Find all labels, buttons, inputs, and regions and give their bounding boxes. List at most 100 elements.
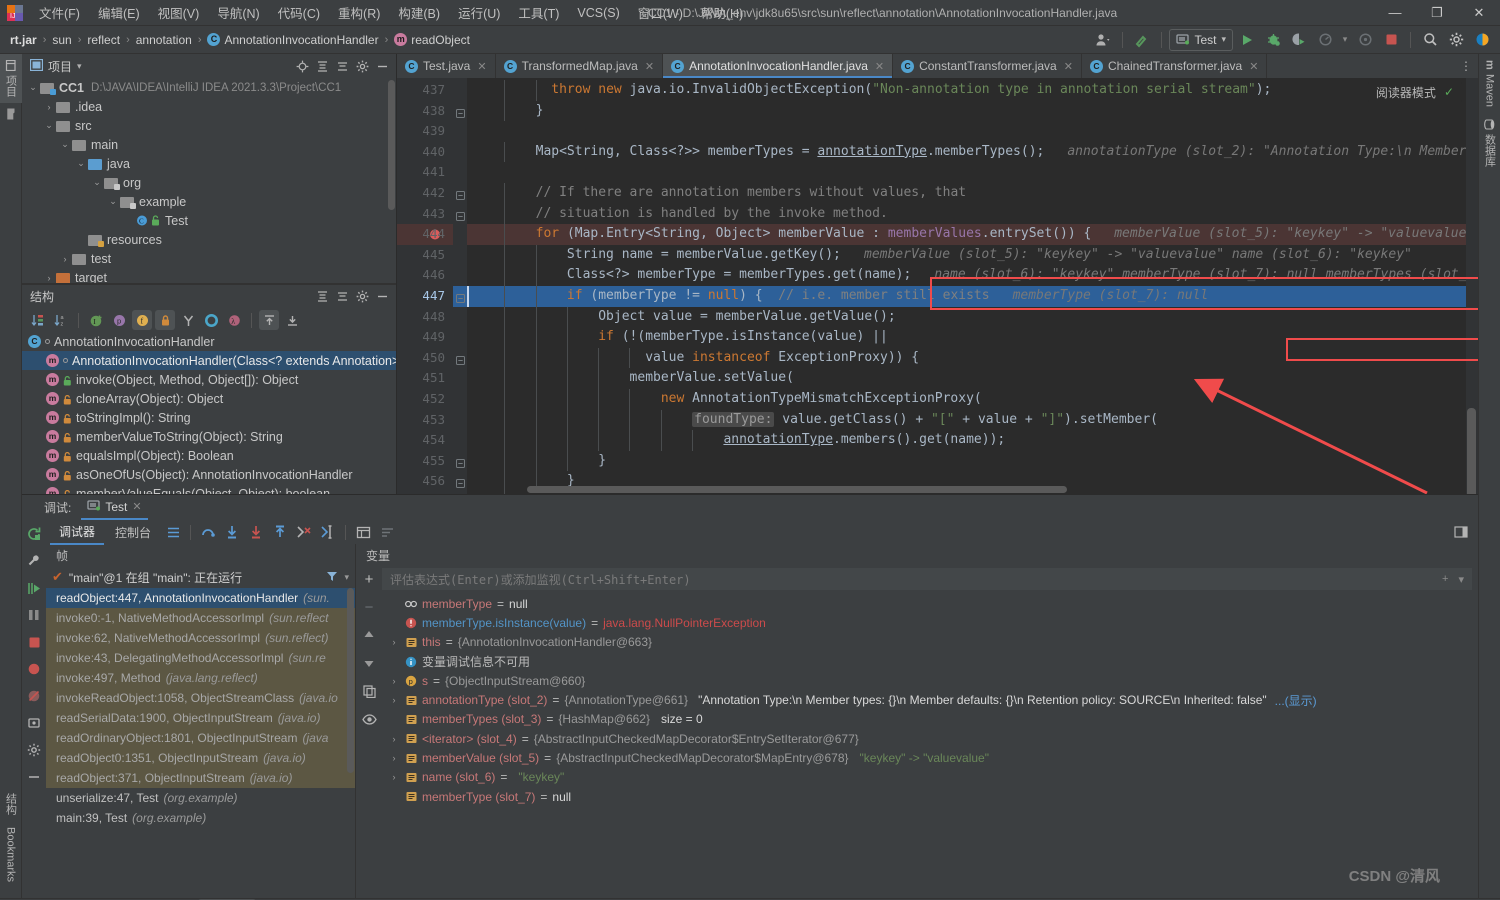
breadcrumb-sun[interactable]: sun (52, 33, 71, 47)
variable-row[interactable]: › memberValue (slot_5) = {AbstractInputCh… (382, 748, 1478, 767)
editor-tab[interactable]: C Test.java ✕ (397, 54, 496, 78)
structure-list-item[interactable]: m asOneOfUs(Object): AnnotationInvocation… (22, 465, 396, 484)
code-fold-marker-icon[interactable] (456, 107, 465, 118)
close-icon[interactable]: ✕ (1064, 60, 1073, 73)
code-line[interactable]: // situation is handled by the invoke me… (467, 204, 1478, 225)
menu-navigate[interactable]: 导航(N) (208, 1, 268, 24)
move-up-icon[interactable] (359, 625, 379, 645)
project-tree[interactable]: ⌄ CC1 D:\JAVA\IDEA\IntelliJ IDEA 2021.3.3\… (22, 78, 396, 283)
run-to-cursor-icon[interactable] (317, 522, 339, 542)
drop-frame-icon[interactable] (293, 522, 315, 542)
structure-list-item[interactable]: m AnnotationInvocationHandler(Class<? ext… (22, 351, 396, 370)
debug-layout-icon[interactable] (1450, 522, 1472, 542)
code-fold-marker-icon[interactable] (456, 354, 465, 365)
tree-expand-arrow-icon[interactable]: ⌄ (74, 158, 88, 169)
stop-button[interactable] (1379, 29, 1403, 51)
debug-session-tab[interactable]: Test ✕ (81, 496, 148, 520)
rerun-icon[interactable] (24, 524, 44, 544)
variable-row[interactable]: › annotationType (slot_2) = {AnnotationTy… (382, 690, 1478, 709)
project-tree-item[interactable]: ⌄ java (22, 154, 396, 173)
code-line[interactable]: } (467, 451, 1478, 472)
evaluate-expression-input[interactable]: 评估表达式(Enter)或添加监视(Ctrl+Shift+Enter) + ▾ (382, 568, 1472, 590)
stack-frame-item[interactable]: unserialize:47, Test (org.example) (46, 788, 355, 808)
collapse-structure-icon[interactable] (282, 310, 302, 330)
project-tree-item[interactable]: ⌄ main (22, 135, 396, 154)
mute-breakpoints-icon[interactable] (24, 686, 44, 706)
copy-value-icon[interactable] (359, 681, 379, 701)
sort-values-icon[interactable] (376, 522, 398, 542)
thread-selector[interactable]: ✔ "main"@1 在组 "main": 正在运行 ▾ (46, 566, 355, 588)
editor-tab[interactable]: C ConstantTransformer.java ✕ (893, 54, 1082, 78)
variable-show-more-link[interactable]: ...(显示) (1275, 692, 1317, 709)
structure-list-item[interactable]: m cloneArray(Object): Object (22, 389, 396, 408)
stack-frame-item[interactable]: invokeReadObject:1058, ObjectStreamClass… (46, 688, 355, 708)
force-step-into-icon[interactable] (245, 522, 267, 542)
step-out-icon[interactable] (269, 522, 291, 542)
project-panel-title-group[interactable]: 项目 ▾ (29, 58, 82, 75)
frames-scrollbar[interactable] (347, 588, 354, 773)
edit-configuration-icon[interactable] (24, 551, 44, 571)
code-fold-marker-icon[interactable] (456, 189, 465, 200)
expand-all-icon[interactable] (313, 57, 332, 76)
minimize-button[interactable]: — (1374, 0, 1416, 26)
watch-add-icon[interactable]: + (1442, 573, 1448, 586)
more-tabs-icon[interactable]: ⋮ (1460, 59, 1472, 73)
rail-button-bookmarks[interactable]: Bookmarks (2, 821, 20, 888)
expand-all-icon[interactable] (313, 287, 332, 306)
rail-button-database[interactable]: 数据库 (1479, 113, 1500, 173)
structure-list-item[interactable]: C AnnotationInvocationHandler (22, 332, 396, 351)
window-controls[interactable]: — ❐ ✕ (1374, 0, 1500, 26)
stop-session-icon[interactable] (24, 632, 44, 652)
step-over-icon[interactable] (197, 522, 219, 542)
tree-expand-arrow-icon[interactable]: ⌄ (42, 120, 56, 131)
rail-button-folder[interactable] (2, 103, 20, 125)
tree-expand-arrow-icon[interactable]: ⌄ (26, 82, 40, 93)
breadcrumb-class[interactable]: C AnnotationInvocationHandler (207, 33, 379, 47)
variable-row[interactable]: 变量调试信息不可用 (382, 652, 1478, 671)
code-line[interactable]: // If there are annotation members witho… (467, 183, 1478, 204)
variable-row[interactable]: memberType (slot_7) = null (382, 787, 1478, 806)
filter-frames-icon[interactable] (326, 570, 338, 585)
tab-console[interactable]: 控制台 (106, 521, 160, 544)
breadcrumb-method[interactable]: m readObject (394, 33, 470, 47)
stack-frame-item[interactable]: readSerialData:1900, ObjectInputStream (j… (46, 708, 355, 728)
build-hammer-icon[interactable] (1130, 29, 1154, 51)
expand-arrow-icon[interactable]: › (388, 772, 400, 782)
hide-panel-icon[interactable] (373, 57, 392, 76)
menu-vcs[interactable]: VCS(S) (568, 4, 628, 22)
chevron-down-icon[interactable]: ▾ (77, 61, 82, 72)
breadcrumb-annotation[interactable]: annotation (136, 33, 192, 47)
code-line[interactable] (467, 162, 1478, 183)
project-settings-gear-icon[interactable] (353, 57, 372, 76)
code-line[interactable]: foundType: value.getClass() + "[" + valu… (467, 410, 1478, 431)
structure-list[interactable]: C AnnotationInvocationHandler m AnnotationI… (22, 332, 396, 494)
menu-edit[interactable]: 编辑(E) (89, 1, 149, 24)
tree-expand-arrow-icon[interactable]: ⌄ (106, 196, 120, 207)
close-icon[interactable]: ✕ (477, 60, 486, 73)
project-tree-item[interactable]: ⌄ CC1 D:\JAVA\IDEA\IntelliJ IDEA 2021.3.3\… (22, 78, 396, 97)
editor-horizontal-scrollbar[interactable] (527, 486, 1067, 493)
step-into-icon[interactable] (221, 522, 243, 542)
code-line[interactable]: annotationType.members().get(name)); (467, 430, 1478, 451)
user-avatar-icon[interactable] (1091, 29, 1115, 51)
profile-dropdown-icon[interactable]: ▾ (1339, 29, 1351, 51)
expand-arrow-icon[interactable]: › (388, 734, 400, 744)
structure-list-item[interactable]: m memberValueToString(Object): String (22, 427, 396, 446)
code-line[interactable]: value instanceof ExceptionProxy)) { (467, 348, 1478, 369)
code-line[interactable]: throw new java.io.InvalidObjectException… (467, 80, 1478, 101)
editor-tabs-actions[interactable]: ⋮ (1454, 54, 1478, 78)
variables-list[interactable]: memberType = null memberType.isInstance(v… (382, 592, 1478, 898)
code-line[interactable]: Object value = memberValue.getValue(); (467, 307, 1478, 328)
editor-scrollbar[interactable] (1466, 78, 1478, 494)
close-icon[interactable]: ✕ (645, 60, 654, 73)
sort-by-visibility-icon[interactable] (28, 310, 48, 330)
project-tree-item[interactable]: ⌄ org (22, 173, 396, 192)
sort-alphabetically-icon[interactable]: az (51, 310, 71, 330)
close-button[interactable]: ✕ (1458, 0, 1500, 26)
menu-run[interactable]: 运行(U) (449, 1, 509, 24)
code-line[interactable]: } (467, 101, 1478, 122)
settings-icon[interactable] (24, 713, 44, 733)
run-button[interactable] (1235, 29, 1259, 51)
stack-frame-item[interactable]: readObject:447, AnnotationInvocationHand… (46, 588, 355, 608)
expand-arrow-icon[interactable]: › (388, 753, 400, 763)
